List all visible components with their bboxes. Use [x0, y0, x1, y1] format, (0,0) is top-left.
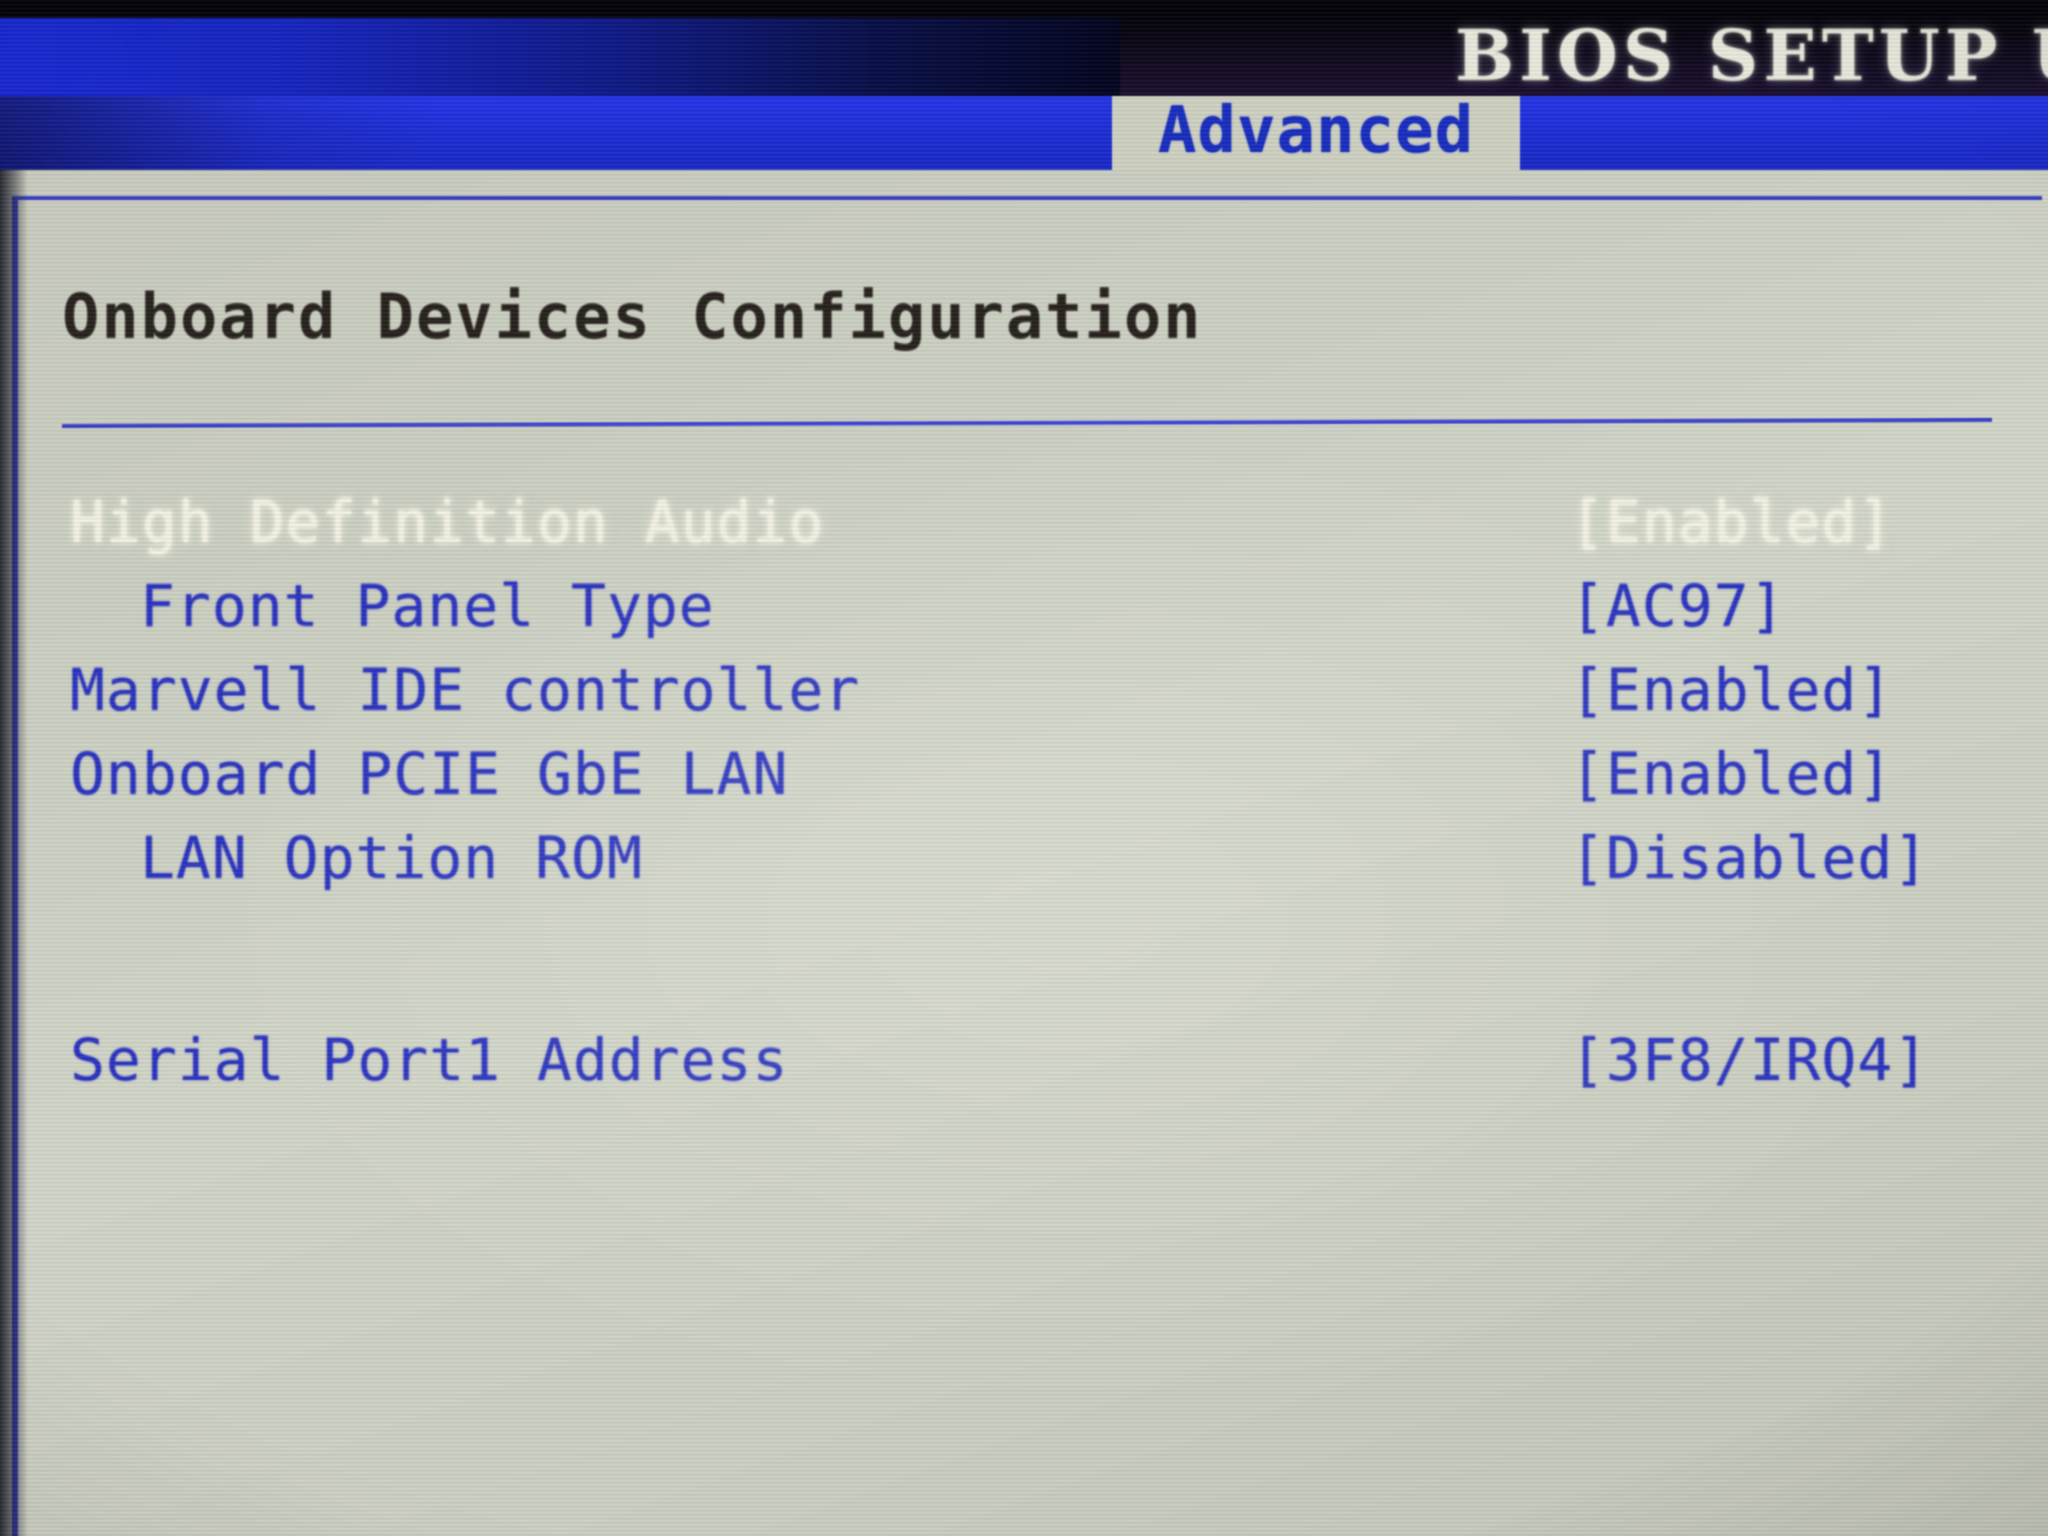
setting-label: Onboard PCIE GbE LAN [70, 740, 789, 808]
setting-row[interactable]: Front Panel Type [AC97] [0, 564, 2048, 648]
page-title: BIOS SETUP U [1455, 14, 2048, 97]
setting-label: Front Panel Type [140, 572, 715, 640]
menu-bar-shadow [0, 96, 440, 170]
setting-row[interactable]: High Definition Audio [Enabled] [0, 480, 2048, 564]
setting-row[interactable]: LAN Option ROM [Disabled] [0, 816, 2048, 900]
tab-advanced[interactable]: Advanced [1112, 96, 1520, 170]
setting-value[interactable]: [3F8/IRQ4] [1570, 1018, 1929, 1102]
setting-label: Marvell IDE controller [70, 656, 861, 724]
setting-label: High Definition Audio [70, 488, 825, 556]
setting-value[interactable]: [Enabled] [1570, 732, 1893, 816]
bios-setup-screen: BIOS SETUP U Advanced Onboard Devices Co… [0, 0, 2048, 1536]
settings-list: High Definition Audio [Enabled] Front Pane… [0, 480, 2048, 1102]
setting-row[interactable]: Serial Port1 Address [3F8/IRQ4] [0, 1018, 2048, 1102]
setting-label: LAN Option ROM [140, 824, 643, 892]
setting-value[interactable]: [AC97] [1570, 564, 1786, 648]
title-band-blue-wash [0, 18, 1120, 96]
setting-row[interactable]: Onboard PCIE GbE LAN [Enabled] [0, 732, 2048, 816]
setting-label: Serial Port1 Address [70, 1026, 789, 1094]
setting-row[interactable]: Marvell IDE controller [Enabled] [0, 648, 2048, 732]
tab-advanced-label: Advanced [1157, 94, 1475, 168]
setting-value[interactable]: [Disabled] [1570, 816, 1929, 900]
section-heading: Onboard Devices Configuration [62, 280, 1203, 353]
setting-value[interactable]: [Enabled] [1570, 480, 1893, 564]
setting-value[interactable]: [Enabled] [1570, 648, 1893, 732]
